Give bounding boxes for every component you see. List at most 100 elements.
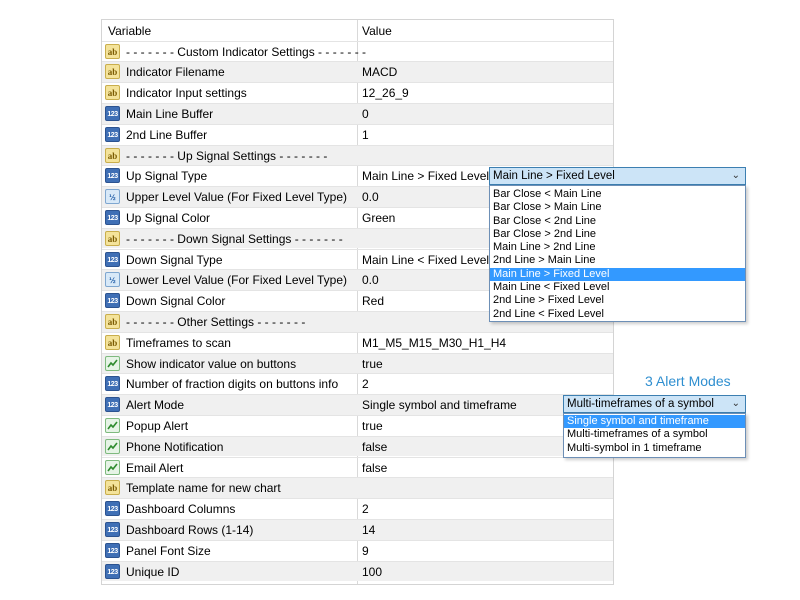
signal-type-dropdown[interactable]: Main Line > Fixed Level ⌄ — [489, 167, 746, 185]
variable-name: Indicator Input settings — [126, 86, 247, 101]
double-type-icon: ½ — [105, 272, 120, 288]
signal-type-options: Bar Close < Main Line Bar Close > Main Li… — [489, 185, 746, 322]
integer-type-icon: 123 — [105, 397, 120, 413]
table-row[interactable]: ab Template name for new chart — [102, 477, 613, 499]
variable-name: Indicator Filename — [126, 65, 225, 80]
variable-name: Dashboard Columns — [126, 502, 236, 517]
variable-name: - - - - - - - Up Signal Settings - - - -… — [126, 148, 328, 163]
variable-name: Dashboard Rows (1-14) — [126, 522, 254, 537]
variable-name: Phone Notification — [126, 439, 224, 454]
variable-value[interactable]: true — [362, 357, 383, 371]
variable-name: Email Alert — [126, 460, 184, 475]
table-row[interactable]: 123 Alert Mode Single symbol and timeframe — [102, 394, 613, 415]
table-row[interactable]: 123 Dashboard Rows (1-14) 14 — [102, 518, 613, 540]
variable-value[interactable]: 1 — [362, 128, 369, 142]
table-row[interactable]: 123 Number of fraction digits on buttons … — [102, 373, 613, 394]
alert-mode-option[interactable]: Multi-symbol in 1 timeframe — [564, 442, 745, 455]
signal-type-option[interactable]: Bar Close > Main Line — [490, 201, 745, 214]
table-row[interactable]: ab - - - - - - - Up Signal Settings - - -… — [102, 144, 613, 166]
variable-value[interactable]: Green — [362, 211, 395, 225]
variable-name: - - - - - - - Down Signal Settings - - -… — [126, 231, 343, 246]
variable-value[interactable]: 0 — [362, 107, 369, 121]
chevron-down-icon[interactable]: ⌄ — [732, 168, 740, 184]
table-row[interactable]: Show indicator value on buttons true — [102, 352, 613, 374]
variable-value[interactable]: true — [362, 419, 383, 433]
table-row[interactable]: 123 2nd Line Buffer 1 — [102, 123, 613, 145]
table-row[interactable]: Email Alert false — [102, 456, 613, 478]
alert-mode-dropdown[interactable]: Multi-timeframes of a symbol ⌄ — [563, 395, 746, 413]
double-type-icon: ½ — [105, 189, 120, 205]
variable-value[interactable]: false — [362, 461, 387, 475]
alert-mode-option[interactable]: Single symbol and timeframe — [564, 415, 745, 429]
boolean-icon — [105, 417, 120, 433]
table-row[interactable]: ab Indicator Filename MACD — [102, 61, 613, 83]
boolean-icon — [105, 459, 120, 475]
alert-mode-options: Single symbol and timeframe Multi-timefra… — [563, 413, 746, 458]
column-header-variable[interactable]: Variable — [108, 24, 151, 38]
variable-name: - - - - - - - Custom Indicator Settings … — [126, 44, 367, 59]
signal-type-option[interactable]: Main Line > Fixed Level — [490, 267, 745, 282]
boolean-icon — [105, 438, 120, 454]
table-row[interactable]: ab - - - - - - - Custom Indicator Setting… — [102, 40, 613, 62]
table-row[interactable]: 123 Dashboard Columns 2 — [102, 498, 613, 519]
variable-value[interactable]: 0.0 — [362, 190, 379, 204]
signal-type-option[interactable]: Main Line < Fixed Level — [490, 281, 745, 294]
signal-type-option[interactable]: Main Line > 2nd Line — [490, 241, 745, 254]
variable-name: Upper Level Value (For Fixed Level Type) — [126, 190, 347, 205]
variable-name: Panel Font Size — [126, 543, 211, 558]
alert-mode-option[interactable]: Multi-timeframes of a symbol — [564, 428, 745, 441]
alert-modes-caption: 3 Alert Modes — [645, 373, 731, 389]
table-row[interactable]: 123 Unique ID 100 — [102, 560, 613, 582]
signal-type-option[interactable]: 2nd Line < Fixed Level — [490, 308, 745, 321]
variable-name: Down Signal Type — [126, 252, 223, 267]
variable-value[interactable]: 0.0 — [362, 273, 379, 287]
integer-type-icon: 123 — [105, 105, 120, 121]
string-type-icon: ab — [105, 147, 120, 163]
variable-name: Down Signal Color — [126, 294, 226, 309]
variable-value[interactable]: MACD — [362, 65, 397, 79]
variable-value[interactable]: false — [362, 440, 387, 454]
string-type-icon: ab — [105, 230, 120, 246]
variable-value[interactable]: 100 — [362, 565, 382, 579]
signal-type-option[interactable]: Bar Close < 2nd Line — [490, 215, 745, 228]
variable-value[interactable]: M1_M5_M15_M30_H1_H4 — [362, 336, 506, 350]
table-row[interactable]: ab Timeframes to scan M1_M5_M15_M30_H1_H4 — [102, 331, 613, 353]
column-header-value[interactable]: Value — [362, 24, 392, 38]
boolean-icon — [105, 355, 120, 371]
string-type-icon: ab — [105, 43, 120, 59]
variable-value[interactable]: Main Line > Fixed Level — [362, 169, 489, 183]
variable-value[interactable]: Red — [362, 294, 384, 308]
variable-value[interactable]: Single symbol and timeframe — [362, 398, 517, 412]
string-type-icon: ab — [105, 64, 120, 80]
integer-type-icon: 123 — [105, 251, 120, 267]
integer-type-icon: 123 — [105, 168, 120, 184]
variable-name: Number of fraction digits on buttons inf… — [126, 377, 339, 392]
integer-type-icon: 123 — [105, 209, 120, 225]
variable-name: Show indicator value on buttons — [126, 356, 297, 371]
variable-name: Timeframes to scan — [126, 335, 231, 350]
integer-type-icon: 123 — [105, 563, 120, 579]
variable-value[interactable]: 2 — [362, 502, 369, 516]
integer-type-icon: 123 — [105, 376, 120, 392]
table-row[interactable]: Popup Alert true — [102, 414, 613, 436]
variable-value[interactable]: 14 — [362, 523, 375, 537]
table-row[interactable]: 123 Panel Font Size 9 — [102, 539, 613, 561]
signal-type-option[interactable]: Bar Close < Main Line — [490, 188, 745, 201]
table-row[interactable]: ab Indicator Input settings 12_26_9 — [102, 82, 613, 103]
variable-value[interactable]: 9 — [362, 544, 369, 558]
table-row[interactable]: Phone Notification false — [102, 435, 613, 457]
integer-type-icon: 123 — [105, 126, 120, 142]
variable-value[interactable]: 12_26_9 — [362, 86, 409, 100]
chevron-down-icon[interactable]: ⌄ — [732, 396, 740, 412]
signal-type-option[interactable]: 2nd Line > Main Line — [490, 254, 745, 267]
table-row[interactable]: 123 Main Line Buffer 0 — [102, 102, 613, 124]
variable-name: Up Signal Color — [126, 210, 211, 225]
signal-type-option[interactable]: Bar Close > 2nd Line — [490, 228, 745, 241]
variable-value[interactable]: Main Line < Fixed Level — [362, 253, 489, 267]
variable-name: Unique ID — [126, 564, 180, 579]
variable-name: Lower Level Value (For Fixed Level Type) — [126, 273, 347, 288]
string-type-icon: ab — [105, 334, 120, 350]
signal-type-option[interactable]: 2nd Line > Fixed Level — [490, 294, 745, 307]
variable-value[interactable]: 2 — [362, 377, 369, 391]
variable-name: Up Signal Type — [126, 169, 208, 184]
